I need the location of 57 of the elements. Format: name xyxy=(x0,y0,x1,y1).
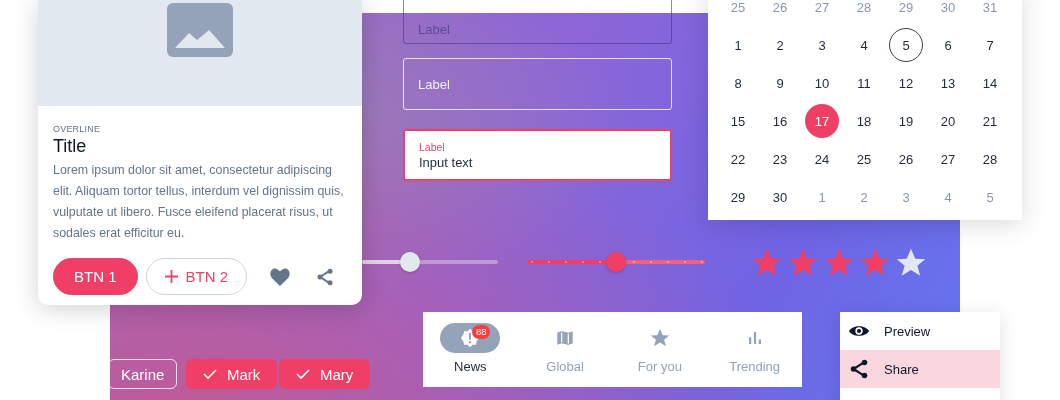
calendar-day[interactable]: 15 xyxy=(721,104,755,138)
calendar-day[interactable]: 8 xyxy=(721,66,755,100)
calendar-day[interactable]: 16 xyxy=(763,104,797,138)
calendar-day[interactable]: 3 xyxy=(805,28,839,62)
field-value: Input text xyxy=(419,154,473,170)
check-icon xyxy=(203,368,217,380)
calendar-day[interactable]: 25 xyxy=(847,142,881,176)
card-button[interactable]: BTN 1 xyxy=(53,258,138,295)
calendar-day[interactable]: 30 xyxy=(763,180,797,214)
notification-badge: 88 xyxy=(472,325,491,339)
calendar-day[interactable]: 6 xyxy=(931,28,965,62)
calendar-day[interactable]: 28 xyxy=(973,142,1007,176)
calendar-day[interactable]: 12 xyxy=(889,66,923,100)
heart-icon xyxy=(269,266,292,287)
field-label: Label xyxy=(418,76,450,92)
calendar-day[interactable]: 24 xyxy=(805,142,839,176)
calendar-day[interactable]: 23 xyxy=(763,142,797,176)
calendar-day[interactable]: 17 xyxy=(805,104,839,138)
field-label: Label xyxy=(419,140,445,153)
plus-icon xyxy=(164,270,178,283)
chip[interactable]: Mark xyxy=(186,359,278,389)
card-button[interactable]: BTN 2 xyxy=(145,258,248,295)
calendar-day[interactable]: 9 xyxy=(763,66,797,100)
share-icon xyxy=(848,358,870,380)
card-body-text: Lorem ipsum dolor sit amet, consectetur adipiscing elit. Aliquam tortor tellus, interdum vel dignissim quis, vulputate ut libero. Fusce eleifend placerat risus, ut sodales erat efficitur eu. xyxy=(53,162,345,242)
card-title: Title xyxy=(53,136,88,157)
calendar-day[interactable]: 11 xyxy=(847,66,881,100)
star-icon xyxy=(648,327,671,349)
menu-item[interactable]: Preview xyxy=(840,312,1000,350)
field-label: Label xyxy=(418,21,450,37)
calendar-day[interactable]: 22 xyxy=(721,142,755,176)
calendar-day[interactable]: 21 xyxy=(973,104,1007,138)
chip[interactable]: Karine xyxy=(108,359,178,389)
calendar-day[interactable]: 14 xyxy=(973,66,1007,100)
calendar-day[interactable]: 4 xyxy=(847,28,881,62)
calendar-day[interactable]: 10 xyxy=(805,66,839,100)
map-icon xyxy=(555,328,576,348)
eye-icon xyxy=(848,323,870,339)
text-field[interactable]: Label Input text xyxy=(403,129,672,181)
calendar-day[interactable]: 7 xyxy=(973,28,1007,62)
slider-track[interactable] xyxy=(527,260,705,264)
calendar-day[interactable]: 19 xyxy=(889,104,923,138)
card-overline: OVERLINE xyxy=(53,124,102,134)
favorite-button[interactable] xyxy=(269,266,292,287)
calendar-day[interactable]: 13 xyxy=(931,66,965,100)
calendar-day[interactable]: 2 xyxy=(763,28,797,62)
calendar-day[interactable]: 26 xyxy=(889,142,923,176)
chip[interactable]: Mary xyxy=(279,359,371,389)
menu-item[interactable]: Share xyxy=(840,350,1000,388)
calendar-day[interactable]: 1 xyxy=(721,28,755,62)
calendar-day[interactable]: 29 xyxy=(721,180,755,214)
calendar-day[interactable]: 20 xyxy=(931,104,965,138)
check-icon xyxy=(296,368,310,380)
calendar-day[interactable]: 18 xyxy=(847,104,881,138)
image-icon xyxy=(167,3,233,57)
nav-tab[interactable]: 88 News xyxy=(423,312,518,387)
calendar-day[interactable]: 27 xyxy=(931,142,965,176)
